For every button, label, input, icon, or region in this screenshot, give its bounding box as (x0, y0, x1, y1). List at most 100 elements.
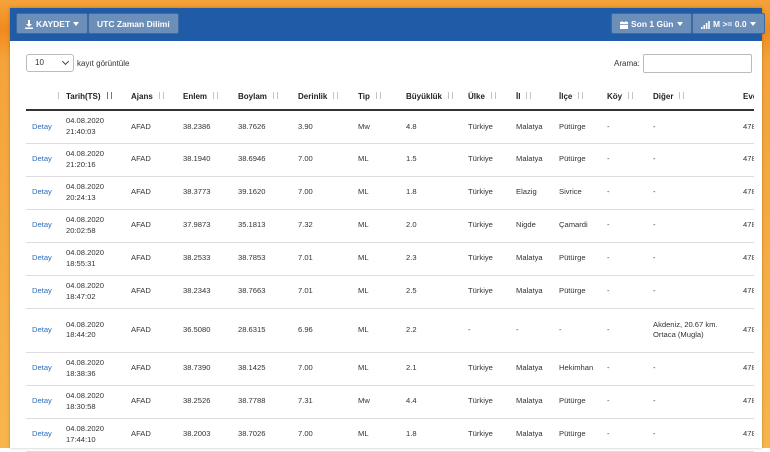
cell-other: - (647, 176, 737, 210)
sort-icon[interactable] (333, 91, 341, 100)
cell-district: Pütürge (553, 385, 601, 419)
cell-event-id: 478419 (737, 385, 754, 419)
cell-agency: AFAD (125, 110, 177, 144)
cell-depth: 7.00 (292, 352, 352, 386)
cell-district: Hekimhan (553, 352, 601, 386)
cell-type: ML (352, 242, 400, 276)
save-button[interactable]: KAYDET (16, 13, 89, 34)
cell-other: - (647, 352, 737, 386)
cell-other: - (647, 385, 737, 419)
cell-agency: AFAD (125, 418, 177, 452)
page-length-value: 10 (35, 58, 44, 67)
cell-lon: 28.6315 (232, 308, 292, 353)
cell-lon: 38.7663 (232, 275, 292, 309)
detail-link[interactable]: Detay (26, 418, 60, 452)
cell-lon: 38.6946 (232, 143, 292, 177)
detail-link[interactable]: Detay (26, 242, 60, 276)
chevron-down-icon (73, 22, 80, 26)
cell-datetime: 04.08.2020 18:38:36 (60, 352, 125, 386)
cell-depth: 7.00 (292, 143, 352, 177)
cell-depth: 3.90 (292, 110, 352, 144)
sort-icon[interactable] (448, 91, 456, 100)
sort-icon[interactable] (158, 91, 167, 100)
search-label: Arama: (614, 59, 640, 68)
cell-type: ML (352, 275, 400, 309)
detail-link[interactable]: Detay (26, 209, 60, 243)
cell-lat: 36.5080 (177, 308, 232, 353)
save-button-label: KAYDET (36, 19, 71, 29)
cell-lat: 38.2526 (177, 385, 232, 419)
cell-country: Türkiye (462, 176, 510, 210)
cell-village: - (601, 176, 647, 210)
column-header-type[interactable]: Tip (352, 83, 400, 111)
magnitude-filter-button[interactable]: M >= 0.0 (692, 13, 765, 34)
cell-lon: 38.1425 (232, 352, 292, 386)
search-input[interactable] (643, 54, 752, 73)
column-header-action[interactable] (26, 83, 60, 111)
detail-link[interactable]: Detay (26, 110, 60, 144)
time-filter-button[interactable]: Son 1 Gün (611, 13, 692, 34)
sort-icon[interactable] (106, 91, 115, 100)
cell-event-id: 478422 (737, 275, 754, 309)
cell-village: - (601, 308, 647, 353)
column-header-lon[interactable]: Boylam (232, 83, 292, 111)
column-header-other[interactable]: Diğer (647, 83, 737, 111)
cell-datetime: 04.08.2020 21:20:16 (60, 143, 125, 177)
column-header-mag[interactable]: Büyüklük (400, 83, 462, 111)
cell-lon: 39.1620 (232, 176, 292, 210)
detail-link[interactable]: Detay (26, 275, 60, 309)
cell-province: Malatya (510, 385, 553, 419)
cell-lon: 38.7788 (232, 385, 292, 419)
detail-link[interactable]: Detay (26, 308, 60, 353)
cell-agency: AFAD (125, 352, 177, 386)
cell-mag: 1.5 (400, 143, 462, 177)
column-header-date[interactable]: Tarih(TS) (60, 83, 125, 111)
sort-icon[interactable] (375, 91, 384, 100)
cell-province: Malatya (510, 143, 553, 177)
column-header-event-id[interactable]: EventID (737, 83, 754, 111)
cell-lon: 38.7853 (232, 242, 292, 276)
cell-mag: 4.4 (400, 385, 462, 419)
sort-icon[interactable] (628, 91, 636, 100)
cell-lat: 38.7390 (177, 352, 232, 386)
utc-timezone-button[interactable]: UTC Zaman Dilimi (88, 13, 179, 34)
sort-icon[interactable] (526, 91, 534, 100)
column-header-province[interactable]: İl (510, 83, 553, 111)
detail-link[interactable]: Detay (26, 143, 60, 177)
detail-link[interactable]: Detay (26, 352, 60, 386)
cell-province: - (510, 308, 553, 353)
page-length-select[interactable]: 10 (26, 54, 74, 72)
sort-icon[interactable] (213, 91, 221, 100)
column-header-village[interactable]: Köy (601, 83, 647, 111)
sort-icon[interactable] (272, 91, 281, 100)
cell-type: Mw (352, 110, 400, 144)
column-header-country[interactable]: Ülke (462, 83, 510, 111)
detail-link[interactable]: Detay (26, 176, 60, 210)
column-header-agency[interactable]: Ajans (125, 83, 177, 111)
cell-date: 04.08.2020 (66, 358, 105, 367)
cell-depth: 7.32 (292, 209, 352, 243)
column-header-district[interactable]: İlçe (553, 83, 601, 111)
detail-link[interactable]: Detay (26, 385, 60, 419)
cell-other: - (647, 110, 737, 144)
sort-icon[interactable] (578, 91, 586, 100)
cell-time: 18:38:36 (66, 368, 96, 378)
sort-icon[interactable] (679, 91, 687, 100)
sort-icon[interactable] (490, 91, 499, 100)
cell-lat: 38.2343 (177, 275, 232, 309)
column-header-depth[interactable]: Derinlik (292, 83, 352, 111)
cell-country: Türkiye (462, 143, 510, 177)
cell-district: Pütürge (553, 110, 601, 144)
cell-time: 21:20:16 (66, 159, 96, 169)
cell-mag: 1.8 (400, 418, 462, 452)
cell-lon: 35.1813 (232, 209, 292, 243)
cell-depth: 7.31 (292, 385, 352, 419)
column-header-label: Ülke (468, 92, 485, 101)
column-header-label: Enlem (183, 92, 208, 101)
cell-date: 04.08.2020 (66, 116, 105, 126)
cell-province: Nigde (510, 209, 553, 243)
cell-event-id: 478426 (737, 143, 754, 177)
cell-country: Türkiye (462, 242, 510, 276)
cell-village: - (601, 209, 647, 243)
column-header-lat[interactable]: Enlem (177, 83, 232, 111)
